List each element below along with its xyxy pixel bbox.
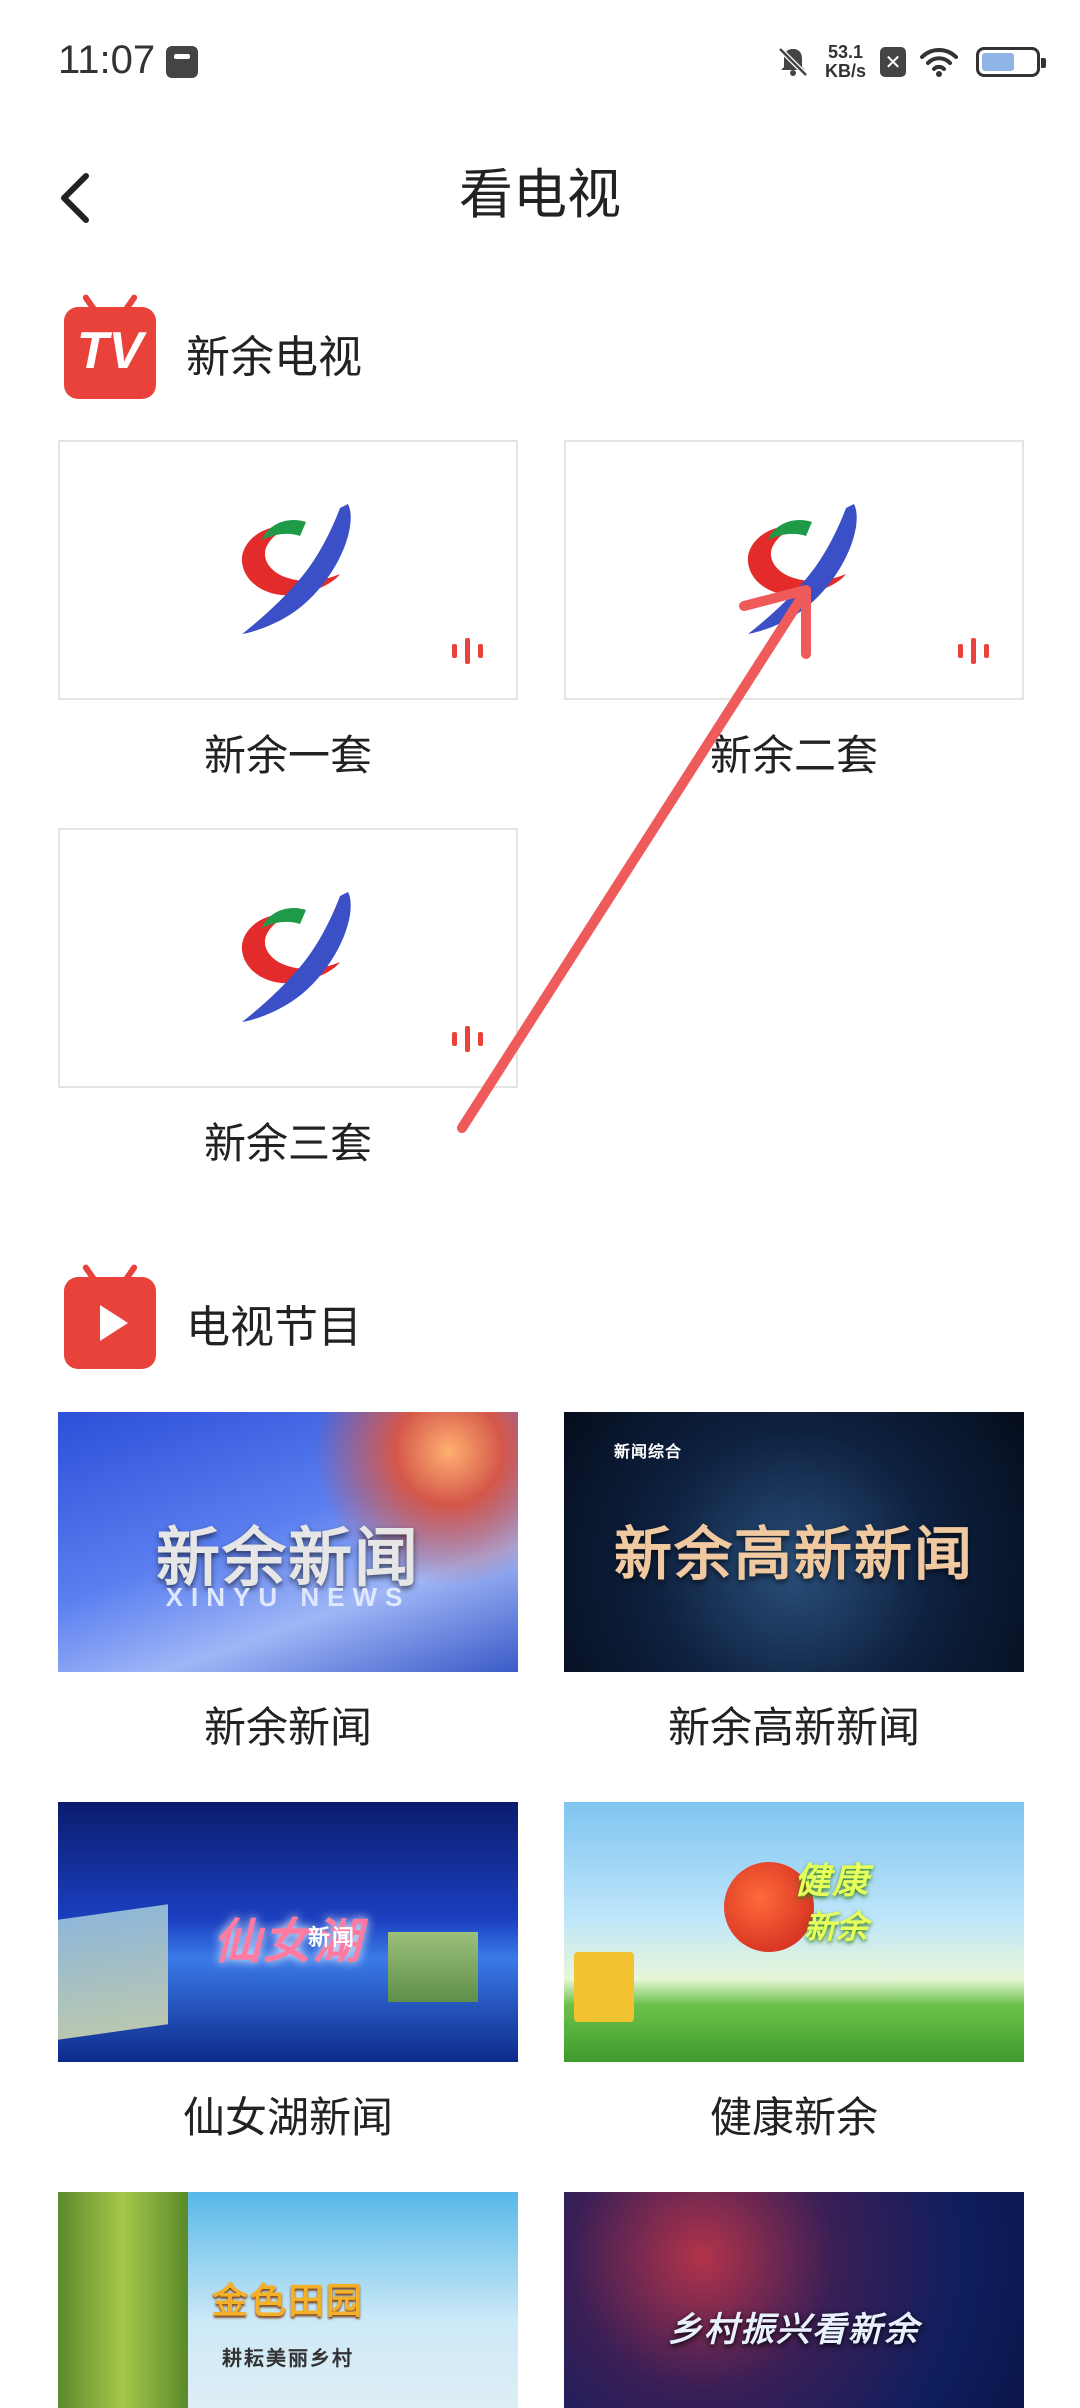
wifi-icon (920, 47, 958, 77)
sound-wave-icon (452, 638, 483, 664)
program-title-art: 乡村振兴看新余 (668, 2310, 920, 2350)
sound-wave-icon (452, 1026, 483, 1052)
station-logo-icon (241, 892, 351, 1022)
channel-card[interactable]: 新余一套 (58, 440, 518, 784)
program-subtitle-art: 耕耘美丽乡村 (222, 2348, 354, 2370)
tv-section-header: TV 新余电视 (64, 293, 362, 399)
channel-tag: 新闻综合 (614, 1444, 683, 1461)
program-thumbnail: 新余新闻 XINYU NEWS (58, 1412, 518, 1672)
channel-label: 新余三套 (203, 1119, 372, 1168)
station-logo-icon (747, 504, 857, 634)
program-subtitle-art: 新余 (804, 1909, 869, 1945)
sound-wave-icon (958, 638, 989, 664)
program-label: 仙女湖新闻 (182, 2093, 393, 2142)
channel-thumbnail (564, 440, 1024, 700)
network-speed-value: 53.1 (827, 42, 864, 62)
program-title-art: 仙女湖 (212, 1914, 363, 1970)
program-thumbnail: 新闻综合 新余高新新闻 (564, 1412, 1024, 1672)
mute-bell-icon (778, 47, 808, 77)
program-card[interactable]: 仙女湖 新闻 仙女湖新闻 (58, 1802, 518, 2146)
status-bar: 11:07 53.1 KB/s ✕ (0, 0, 1080, 120)
program-section-title: 电视节目 (186, 1302, 362, 1353)
network-speed: 53.1 KB/s (825, 43, 866, 81)
status-time: 11:07 (58, 38, 156, 82)
play-tv-icon (64, 1263, 156, 1369)
program-card[interactable]: 金色田园 耕耘美丽乡村 (58, 2192, 518, 2408)
channel-card[interactable]: 新余二套 (564, 440, 1024, 784)
program-card[interactable]: 乡村振兴看新余 (564, 2192, 1024, 2408)
program-thumbnail: 乡村振兴看新余 (564, 2192, 1024, 2408)
program-section-header: 电视节目 (64, 1263, 362, 1369)
program-card[interactable]: 健康 新余 健康新余 (564, 1802, 1024, 2146)
program-thumbnail: 金色田园 耕耘美丽乡村 (58, 2192, 518, 2408)
network-speed-unit: KB/s (824, 61, 866, 81)
top-app-bar: 看电视 (0, 130, 1080, 260)
battery-icon (976, 47, 1046, 77)
program-subtitle-art: 新闻 (308, 1925, 357, 1950)
program-label: 新余新闻 (203, 1703, 372, 1752)
channel-label: 新余一套 (203, 731, 372, 780)
channel-card[interactable]: 新余三套 (58, 828, 518, 1172)
channel-thumbnail (58, 828, 518, 1088)
sim-off-icon: ✕ (880, 47, 906, 77)
program-title-art: 健康 (794, 1861, 871, 1902)
program-label: 健康新余 (709, 2093, 878, 2142)
program-label: 新余高新新闻 (667, 1703, 920, 1752)
program-title-art: 金色田园 (211, 2281, 364, 2322)
program-card[interactable]: 新余新闻 XINYU NEWS 新余新闻 (58, 1412, 518, 1756)
channel-thumbnail (58, 440, 518, 700)
tv-section-title: 新余电视 (186, 332, 362, 383)
program-card[interactable]: 新闻综合 新余高新新闻 新余高新新闻 (564, 1412, 1024, 1756)
program-subtitle-art: XINYU NEWS (165, 1582, 411, 1612)
status-icons: 53.1 KB/s ✕ (775, 40, 1046, 84)
program-thumbnail: 仙女湖 新闻 (58, 1802, 518, 2062)
tv-icon-text: TV (76, 322, 144, 380)
station-logo-icon (241, 504, 351, 634)
channel-label: 新余二套 (709, 731, 878, 780)
program-thumbnail: 健康 新余 (564, 1802, 1024, 2062)
notification-app-icon (166, 46, 198, 78)
page-title: 看电视 (459, 163, 621, 226)
tv-icon: TV (64, 293, 156, 399)
building-graphic (574, 1952, 634, 2022)
program-title-art: 新余高新新闻 (613, 1520, 974, 1588)
